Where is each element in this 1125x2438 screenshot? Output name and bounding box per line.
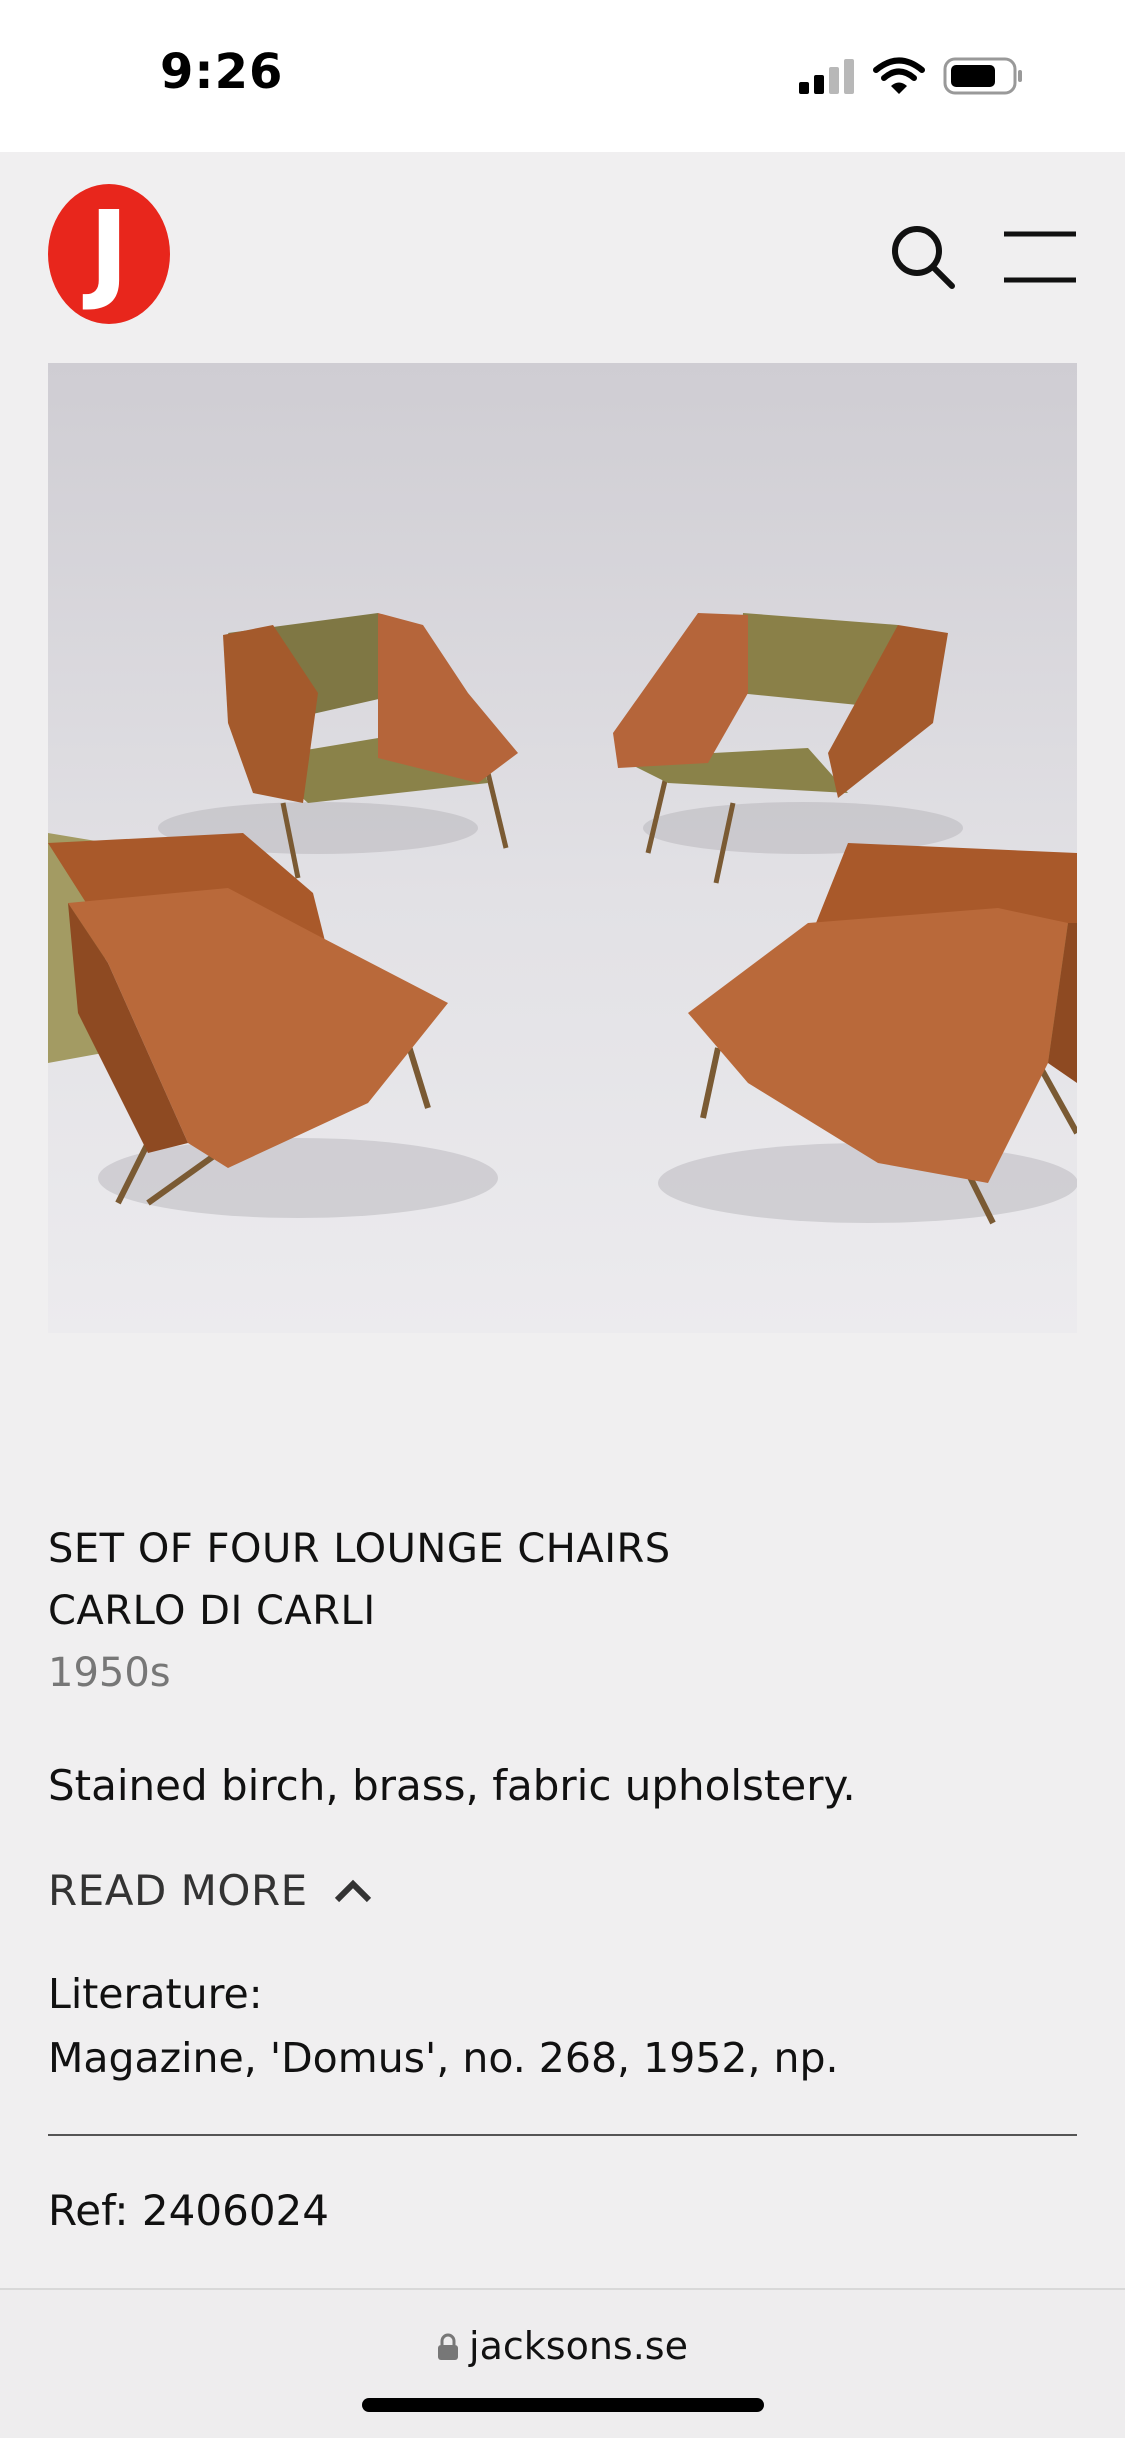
reference-number: Ref: 2406024 <box>48 2186 329 2235</box>
status-time: 9:26 <box>160 44 284 100</box>
product-date: 1950s <box>48 1650 171 1696</box>
read-more-label: READ MORE <box>48 1866 308 1915</box>
literature-label: Literature: <box>48 1970 263 2018</box>
battery-icon <box>943 57 1022 95</box>
hamburger-menu-icon <box>1004 231 1076 283</box>
chevron-up-icon <box>334 1879 371 1902</box>
home-indicator <box>362 2398 764 2412</box>
url-display[interactable]: jacksons.se <box>0 2324 1125 2368</box>
lock-icon <box>438 2333 459 2360</box>
jacksons-logo[interactable]: J <box>48 184 170 324</box>
lounge-chairs-photo <box>48 363 1077 1333</box>
literature-section: Literature: Magazine, 'Domus', no. 268, … <box>48 1962 839 2090</box>
search-button[interactable] <box>888 222 958 292</box>
browser-url-bar[interactable]: jacksons.se <box>0 2288 1125 2438</box>
product-description: Stained birch, brass, fabric upholstery. <box>48 1761 856 1810</box>
status-bar: 9:26 <box>0 0 1125 152</box>
product-image[interactable] <box>48 363 1077 1333</box>
menu-button[interactable] <box>1002 228 1078 286</box>
read-more-toggle[interactable]: READ MORE <box>48 1866 372 1915</box>
logo-letter: J <box>88 189 130 314</box>
url-text: jacksons.se <box>469 2324 688 2368</box>
product-info: SET OF FOUR LOUNGE CHAIRS CARLO DI CARLI… <box>48 1518 1077 1704</box>
literature-text: Magazine, 'Domus', no. 268, 1952, np. <box>48 2034 839 2082</box>
cellular-signal-icon <box>799 59 854 94</box>
search-icon <box>892 226 955 289</box>
product-title: SET OF FOUR LOUNGE CHAIRS <box>48 1526 671 1572</box>
status-icons <box>797 56 1025 96</box>
wifi-icon <box>873 57 925 94</box>
designer-name: CARLO DI CARLI <box>48 1588 376 1634</box>
divider <box>48 2134 1077 2136</box>
